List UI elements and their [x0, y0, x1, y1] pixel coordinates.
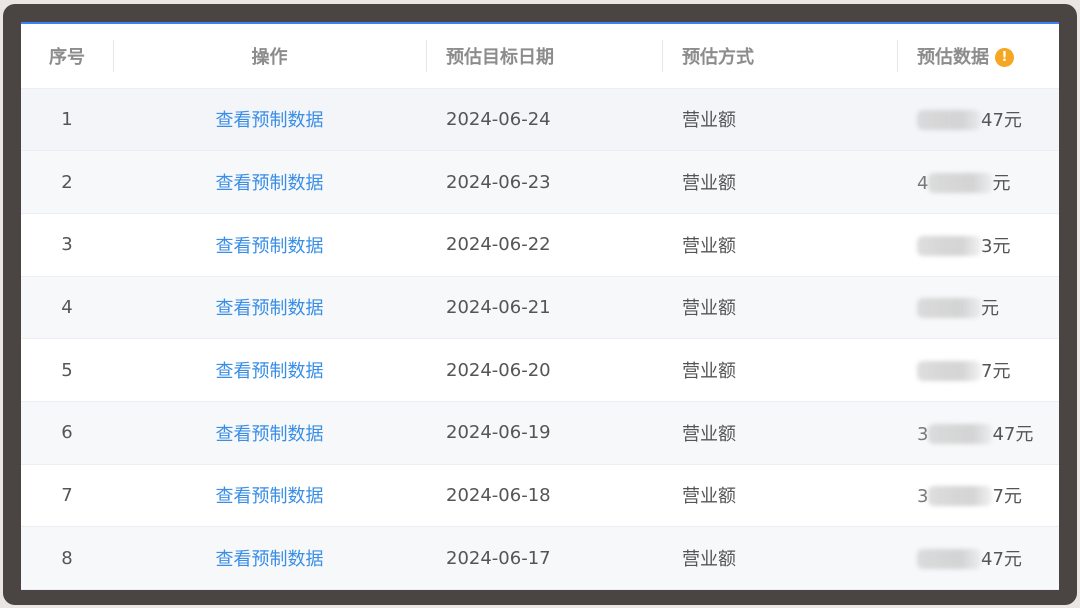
- redacted-value: [917, 298, 981, 319]
- row-date: 2024-06-23: [426, 150, 662, 214]
- row-value: 47元: [897, 88, 1059, 152]
- redacted-value: [928, 173, 993, 194]
- table-row: 8 查看预制数据 2024-06-17 营业额 47元: [21, 526, 1059, 590]
- view-prefab-data-link[interactable]: 查看预制数据: [216, 173, 324, 194]
- header-index: 序号: [21, 24, 113, 89]
- row-date: 2024-06-18: [426, 464, 662, 528]
- value-suffix: 47元: [981, 110, 1022, 132]
- redacted-value: [917, 235, 981, 256]
- row-index: 4: [21, 276, 113, 340]
- row-method: 营业额: [662, 401, 897, 465]
- row-method: 营业额: [662, 338, 897, 402]
- view-prefab-data-link[interactable]: 查看预制数据: [216, 236, 324, 257]
- view-prefab-data-link[interactable]: 查看预制数据: [216, 549, 324, 570]
- redacted-value: [917, 110, 981, 131]
- row-method: 营业额: [662, 526, 897, 590]
- row-action-cell: 查看预制数据: [113, 213, 426, 277]
- row-method: 营业额: [662, 276, 897, 340]
- row-action-cell: 查看预制数据: [113, 276, 426, 340]
- value-prefix: 4: [917, 173, 929, 195]
- row-index: 5: [21, 338, 113, 402]
- column-separator: [426, 40, 427, 72]
- header-method-label: 预估方式: [682, 46, 754, 68]
- row-index: 1: [21, 88, 113, 152]
- table-row: 1 查看预制数据 2024-06-24 营业额 47元: [21, 88, 1059, 152]
- value-suffix: 47元: [992, 423, 1034, 445]
- view-prefab-data-link[interactable]: 查看预制数据: [216, 486, 324, 507]
- header-target-date-label: 预估目标日期: [446, 46, 554, 68]
- row-date: 2024-06-22: [426, 213, 662, 277]
- row-index: 6: [21, 401, 113, 465]
- row-value: 4元: [897, 150, 1059, 214]
- table-row: 2 查看预制数据 2024-06-23 营业额 4元: [21, 150, 1059, 214]
- table-row: 3 查看预制数据 2024-06-22 营业额 3元: [21, 213, 1059, 277]
- header-method: 预估方式: [662, 24, 897, 89]
- row-action-cell: 查看预制数据: [113, 526, 426, 590]
- table-header-row: 序号 操作 预估目标日期 预估方式 预估数据!: [21, 24, 1059, 89]
- value-suffix: 47元: [981, 549, 1022, 571]
- header-operation: 操作: [113, 24, 426, 89]
- column-separator: [662, 40, 663, 72]
- header-value-label: 预估数据: [917, 46, 989, 68]
- row-action-cell: 查看预制数据: [113, 88, 426, 152]
- device-frame: 序号 操作 预估目标日期 预估方式 预估数据! 1 查看预制数据 2024-06…: [3, 4, 1077, 605]
- row-action-cell: 查看预制数据: [113, 338, 426, 402]
- row-date: 2024-06-17: [426, 526, 662, 590]
- value-suffix: 7元: [992, 486, 1022, 508]
- warning-info-icon[interactable]: !: [995, 47, 1014, 67]
- redacted-value: [917, 549, 981, 570]
- table-row: 5 查看预制数据 2024-06-20 营业额 7元: [21, 338, 1059, 402]
- column-separator: [897, 40, 898, 72]
- row-method: 营业额: [662, 213, 897, 277]
- row-action-cell: 查看预制数据: [113, 150, 426, 214]
- row-action-cell: 查看预制数据: [113, 401, 426, 465]
- row-index: 8: [21, 526, 113, 590]
- row-index: 7: [21, 464, 113, 528]
- view-prefab-data-link[interactable]: 查看预制数据: [216, 110, 324, 131]
- row-value: 7元: [897, 338, 1059, 402]
- header-value: 预估数据!: [897, 24, 1059, 89]
- view-prefab-data-link[interactable]: 查看预制数据: [216, 424, 324, 445]
- view-prefab-data-link[interactable]: 查看预制数据: [216, 298, 324, 319]
- row-action-cell: 查看预制数据: [113, 464, 426, 528]
- row-value: 元: [897, 276, 1059, 340]
- column-separator: [113, 40, 114, 72]
- data-table-panel: 序号 操作 预估目标日期 预估方式 预估数据! 1 查看预制数据 2024-06…: [21, 22, 1059, 590]
- row-method: 营业额: [662, 88, 897, 152]
- value-suffix: 元: [992, 173, 1011, 195]
- row-value: 3元: [897, 213, 1059, 277]
- header-target-date: 预估目标日期: [426, 24, 662, 89]
- row-date: 2024-06-20: [426, 338, 662, 402]
- header-operation-label: 操作: [251, 46, 288, 68]
- table-header: 序号 操作 预估目标日期 预估方式 预估数据!: [21, 24, 1059, 89]
- row-value: 47元: [897, 526, 1059, 590]
- view-prefab-data-link[interactable]: 查看预制数据: [216, 361, 324, 382]
- table-row: 6 查看预制数据 2024-06-19 营业额 3 47元: [21, 401, 1059, 465]
- table-row: 7 查看预制数据 2024-06-18 营业额 3 7元: [21, 464, 1059, 528]
- value-prefix: 3: [917, 423, 929, 445]
- row-index: 3: [21, 213, 113, 277]
- table-row: 4 查看预制数据 2024-06-21 营业额 元: [21, 276, 1059, 340]
- forecast-table: 序号 操作 预估目标日期 预估方式 预估数据! 1 查看预制数据 2024-06…: [21, 24, 1059, 590]
- row-date: 2024-06-21: [426, 276, 662, 340]
- row-index: 2: [21, 150, 113, 214]
- value-suffix: 元: [981, 298, 999, 320]
- row-method: 营业额: [662, 464, 897, 528]
- redacted-value: [928, 423, 993, 444]
- row-method: 营业额: [662, 150, 897, 214]
- value-suffix: 7元: [981, 361, 1011, 383]
- value-prefix: 3: [917, 486, 929, 508]
- row-date: 2024-06-19: [426, 401, 662, 465]
- redacted-value: [928, 486, 993, 507]
- value-suffix: 3元: [981, 235, 1011, 257]
- table-body: 1 查看预制数据 2024-06-24 营业额 47元 2 查看预制数据 202…: [21, 88, 1059, 590]
- row-date: 2024-06-24: [426, 88, 662, 152]
- row-value: 3 7元: [897, 464, 1059, 528]
- redacted-value: [917, 361, 981, 382]
- row-value: 3 47元: [897, 401, 1059, 465]
